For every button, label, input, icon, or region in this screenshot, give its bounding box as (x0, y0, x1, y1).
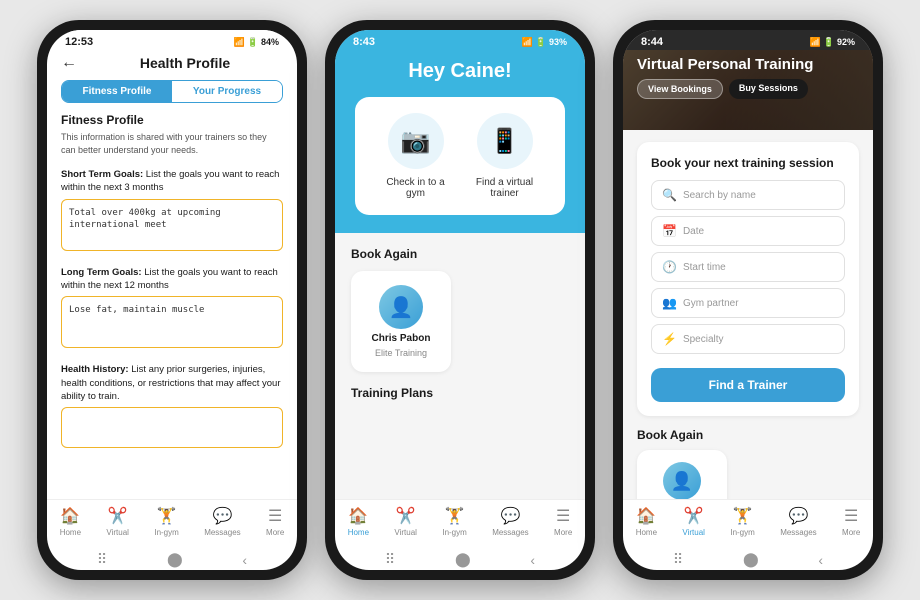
long-term-input[interactable]: Lose fat, maintain muscle (61, 296, 283, 348)
nav-home-3[interactable]: 🏠Home (636, 506, 657, 537)
trainer-name-2: Chris Pabon (372, 333, 431, 344)
gym-partner-icon: 👥 (662, 296, 677, 310)
status-icons-3: 📶 🔋 92% (810, 37, 855, 48)
bottom-nav-3: 🏠Home ✂️Virtual 🏋️In-gym 💬Messages ☰More (623, 499, 873, 547)
specialty-icon: ⚡ (662, 332, 677, 346)
search-placeholder: Search by name (683, 190, 834, 201)
page-title-1: Health Profile (87, 55, 283, 71)
fitness-profile-desc: This information is shared with your tra… (61, 131, 283, 156)
date-placeholder: Date (683, 226, 834, 237)
nav-virtual-1[interactable]: ✂️Virtual (106, 506, 129, 537)
p2-content: Book Again 👤 Chris Pabon Elite Training … (335, 233, 585, 499)
p3-content: Book your next training session 🔍 Search… (623, 130, 873, 499)
trainer-card-3[interactable]: 👤 Chris Pabon Elite Training (637, 450, 727, 499)
nav-more-2[interactable]: ☰More (554, 506, 572, 537)
specialty-field[interactable]: ⚡ Specialty (651, 324, 845, 354)
p1-content: Fitness Profile This information is shar… (47, 113, 297, 499)
status-bar-3: 8:44 📶 🔋 92% (623, 30, 873, 50)
trainer-card-2[interactable]: 👤 Chris Pabon Elite Training (351, 271, 451, 372)
health-history-input[interactable] (61, 407, 283, 448)
time-2: 8:43 (353, 36, 375, 48)
find-trainer-button[interactable]: Find a Trainer (651, 368, 845, 402)
nav-ingym-2[interactable]: 🏋️In-gym (442, 506, 466, 537)
status-bar-2: 8:43 📶 🔋 93% (335, 30, 585, 50)
phone-1: 12:53 📶 🔋 84% ← Health Profile Fitness P… (37, 20, 307, 580)
bottom-nav-2: 🏠Home ✂️Virtual 🏋️In-gym 💬Messages ☰More (335, 499, 585, 547)
tab-your-progress[interactable]: Your Progress (172, 81, 282, 102)
gesture-bar-2: ⠿ ⬤ ‹ (335, 547, 585, 570)
p3-hero: Virtual Personal Training View Bookings … (623, 50, 873, 130)
nav-virtual-2[interactable]: ✂️Virtual (394, 506, 417, 537)
phone-3: 8:44 📶 🔋 92% Virtual Personal Training V… (613, 20, 883, 580)
time-icon: 🕐 (662, 260, 677, 274)
date-field[interactable]: 📅 Date (651, 216, 845, 246)
header-1: ← Health Profile (47, 50, 297, 80)
find-trainer-action[interactable]: 📱 Find a virtual trainer (470, 113, 540, 199)
trainer-specialty-2: Elite Training (375, 348, 427, 358)
gesture-bar-1: ⠿ ⬤ ‹ (47, 547, 297, 570)
p3-hero-overlay: Virtual Personal Training View Bookings … (623, 50, 873, 130)
time-1: 12:53 (65, 36, 93, 48)
action-card: 📷 Check in to a gym 📱 Find a virtual tra… (355, 97, 565, 215)
book-card: Book your next training session 🔍 Search… (637, 142, 859, 416)
date-icon: 📅 (662, 224, 677, 238)
tab-view-bookings[interactable]: View Bookings (637, 79, 723, 99)
fitness-profile-title: Fitness Profile (61, 113, 283, 127)
trainer-avatar-2: 👤 (379, 285, 423, 329)
health-history-label: Health History: List any prior surgeries… (61, 363, 283, 403)
bottom-nav-1: 🏠Home ✂️Virtual 🏋️In-gym 💬Messages ☰More (47, 499, 297, 547)
gym-partner-placeholder: Gym partner (683, 298, 834, 309)
start-time-placeholder: Start time (683, 262, 834, 273)
status-icons-2: 📶 🔋 93% (522, 37, 567, 48)
gesture-bar-3: ⠿ ⬤ ‹ (623, 547, 873, 570)
nav-ingym-3[interactable]: 🏋️In-gym (730, 506, 754, 537)
vpt-title: Virtual Personal Training (637, 56, 859, 73)
back-button-1[interactable]: ← (61, 54, 77, 72)
find-trainer-icon: 📱 (477, 113, 533, 169)
gym-partner-field[interactable]: 👥 Gym partner (651, 288, 845, 318)
nav-messages-1[interactable]: 💬Messages (204, 506, 240, 537)
book-again-label-3: Book Again (637, 428, 859, 442)
check-in-action[interactable]: 📷 Check in to a gym (381, 113, 451, 199)
nav-messages-2[interactable]: 💬Messages (492, 506, 528, 537)
phone-2: 8:43 📶 🔋 93% Hey Caine! 📷 Check in to a … (325, 20, 595, 580)
find-trainer-label: Find a virtual trainer (470, 177, 540, 199)
book-card-title: Book your next training session (651, 156, 845, 170)
nav-messages-3[interactable]: 💬Messages (780, 506, 816, 537)
book-again-label-2: Book Again (351, 247, 569, 261)
tabs-1: Fitness Profile Your Progress (61, 80, 283, 103)
nav-ingym-1[interactable]: 🏋️In-gym (154, 506, 178, 537)
nav-more-1[interactable]: ☰More (266, 506, 284, 537)
status-bar-1: 12:53 📶 🔋 84% (47, 30, 297, 50)
nav-home-2[interactable]: 🏠Home (348, 506, 369, 537)
hero-greeting: Hey Caine! (351, 60, 569, 83)
status-icons-1: 📶 🔋 84% (234, 37, 279, 48)
training-plans-label: Training Plans (351, 386, 569, 400)
nav-home-1[interactable]: 🏠Home (60, 506, 81, 537)
nav-more-3[interactable]: ☰More (842, 506, 860, 537)
p2-hero: Hey Caine! 📷 Check in to a gym 📱 Find a … (335, 50, 585, 233)
search-icon: 🔍 (662, 188, 677, 202)
trainer-avatar-3: 👤 (663, 462, 701, 499)
search-field[interactable]: 🔍 Search by name (651, 180, 845, 210)
long-term-label: Long Term Goals: List the goals you want… (61, 266, 283, 293)
start-time-field[interactable]: 🕐 Start time (651, 252, 845, 282)
tab-fitness-profile[interactable]: Fitness Profile (62, 81, 172, 102)
checkin-label: Check in to a gym (381, 177, 451, 199)
short-term-input[interactable]: Total over 400kg at upcoming internation… (61, 199, 283, 251)
checkin-icon: 📷 (388, 113, 444, 169)
short-term-label: Short Term Goals: List the goals you wan… (61, 168, 283, 195)
tab-buy-sessions[interactable]: Buy Sessions (729, 79, 808, 99)
vpt-tabs: View Bookings Buy Sessions (637, 79, 859, 99)
nav-virtual-3[interactable]: ✂️Virtual (682, 506, 705, 537)
time-3: 8:44 (641, 36, 663, 48)
specialty-placeholder: Specialty (683, 334, 834, 345)
